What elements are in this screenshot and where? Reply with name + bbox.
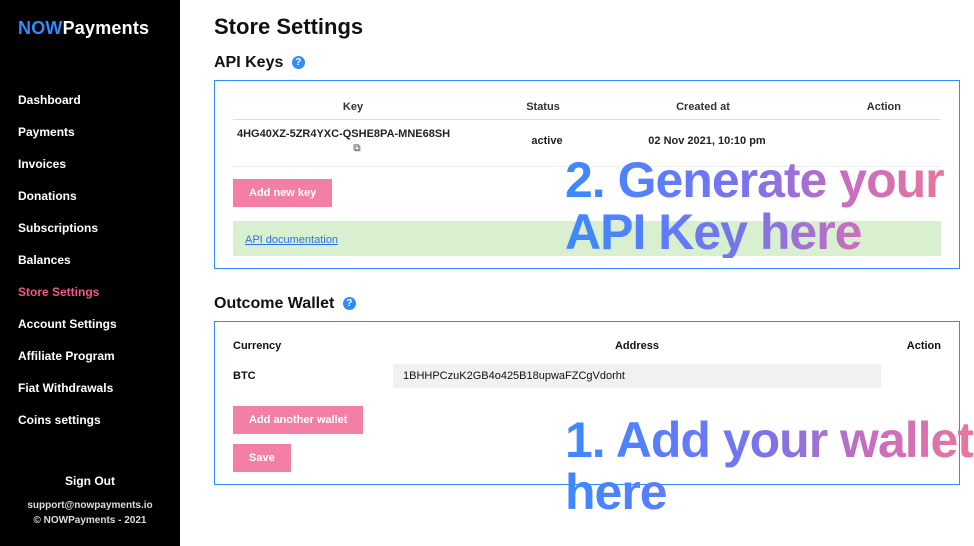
col-currency: Currency [233,340,393,352]
wallet-panel: Currency Address Action BTC 1BHHPCzuK2GB… [214,321,960,485]
wallet-currency: BTC [233,370,393,382]
nav-donations[interactable]: Donations [0,180,180,212]
api-key-status: active [477,135,617,147]
main-content: Store Settings API Keys ? Key Status Cre… [180,0,974,546]
nav-fiat-withdrawals[interactable]: Fiat Withdrawals [0,372,180,404]
logo-now: NOW [18,18,63,38]
nav-account-settings[interactable]: Account Settings [0,308,180,340]
api-keys-title: API Keys ? [214,54,960,72]
api-table-header: Key Status Created at Action [233,95,941,120]
sidebar-footer: Sign Out support@nowpayments.io © NOWPay… [0,436,180,538]
logo: NOWPayments [0,18,180,59]
col-address: Address [393,340,881,352]
api-key-text: 4HG40XZ-5ZR4YXC-QSHE8PA-MNE68SH [237,128,450,140]
nav-coins-settings[interactable]: Coins settings [0,404,180,436]
api-doc-band: API documentation [233,221,941,256]
save-button[interactable]: Save [233,444,291,472]
nav-subscriptions[interactable]: Subscriptions [0,212,180,244]
col-status: Status [473,101,613,113]
api-key-created: 02 Nov 2021, 10:10 pm [617,135,797,147]
sidebar: NOWPayments Dashboard Payments Invoices … [0,0,180,546]
logo-payments: Payments [63,18,150,38]
nav-store-settings[interactable]: Store Settings [0,276,180,308]
wallet-row: BTC 1BHHPCzuK2GB4o425B18upwaFZCgVdorht [233,360,941,394]
wallet-title-text: Outcome Wallet [214,295,334,312]
api-key-value: 4HG40XZ-5ZR4YXC-QSHE8PA-MNE68SH ⧉ [233,128,477,154]
help-icon[interactable]: ? [343,297,356,310]
wallet-table-header: Currency Address Action [233,336,941,360]
support-email[interactable]: support@nowpayments.io [10,500,170,511]
page-title: Store Settings [214,14,960,40]
api-documentation-link[interactable]: API documentation [245,234,338,246]
wallet-title: Outcome Wallet ? [214,295,960,313]
col-action: Action [793,101,941,113]
help-icon[interactable]: ? [292,56,305,69]
add-another-wallet-button[interactable]: Add another wallet [233,406,363,434]
sidebar-nav: Dashboard Payments Invoices Donations Su… [0,59,180,436]
api-key-row: 4HG40XZ-5ZR4YXC-QSHE8PA-MNE68SH ⧉ active… [233,120,941,167]
nav-balances[interactable]: Balances [0,244,180,276]
nav-dashboard[interactable]: Dashboard [0,84,180,116]
wallet-address-field[interactable]: 1BHHPCzuK2GB4o425B18upwaFZCgVdorht [393,364,881,388]
wallet-address-value: 1BHHPCzuK2GB4o425B18upwaFZCgVdorht [393,364,881,388]
nav-affiliate[interactable]: Affiliate Program [0,340,180,372]
nav-invoices[interactable]: Invoices [0,148,180,180]
nav-payments[interactable]: Payments [0,116,180,148]
copy-icon[interactable]: ⧉ [237,143,477,154]
add-new-key-button[interactable]: Add new key [233,179,332,207]
api-keys-panel: Key Status Created at Action 4HG40XZ-5ZR… [214,80,960,269]
col-action: Action [881,340,941,352]
copyright: © NOWPayments - 2021 [10,515,170,526]
col-created: Created at [613,101,793,113]
sign-out-link[interactable]: Sign Out [10,474,170,488]
api-keys-title-text: API Keys [214,54,283,71]
col-key: Key [233,101,473,113]
